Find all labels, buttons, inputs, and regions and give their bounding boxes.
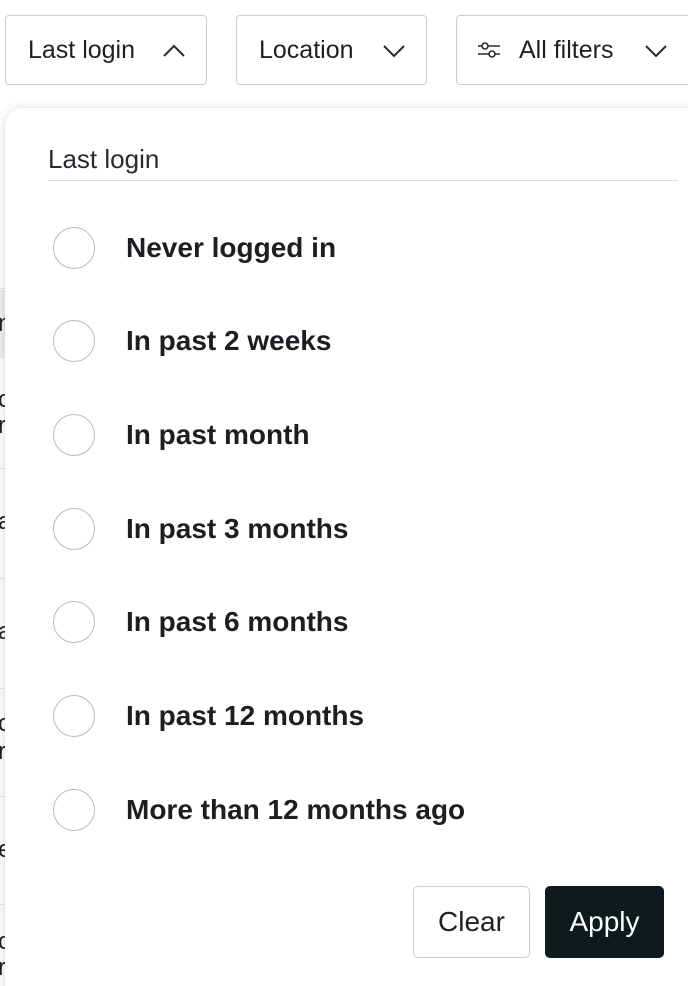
option-label: In past month	[126, 419, 310, 450]
last-login-filter-button[interactable]: Last login	[5, 15, 207, 85]
location-filter-label: Location	[259, 35, 354, 64]
radio-button[interactable]	[53, 789, 95, 831]
last-login-filter-label: Last login	[28, 35, 136, 64]
chevron-up-icon	[163, 44, 185, 57]
clear-button[interactable]: Clear	[413, 886, 530, 958]
location-filter-button[interactable]: Location	[236, 15, 427, 85]
option-past-month[interactable]: In past month	[53, 411, 310, 459]
radio-button[interactable]	[53, 601, 95, 643]
radio-button[interactable]	[53, 227, 95, 269]
divider	[48, 180, 678, 181]
chevron-down-icon	[645, 45, 667, 58]
all-filters-label: All filters	[519, 35, 614, 64]
radio-button[interactable]	[53, 695, 95, 737]
option-past-12-months[interactable]: In past 12 months	[53, 692, 364, 740]
all-filters-button[interactable]: All filters	[456, 15, 688, 85]
dropdown-title: Last login	[48, 144, 160, 174]
option-label: More than 12 months ago	[126, 794, 466, 825]
option-past-3-months[interactable]: In past 3 months	[53, 505, 348, 553]
apply-button[interactable]: Apply	[545, 886, 664, 958]
option-never-logged-in[interactable]: Never logged in	[53, 224, 336, 272]
radio-button[interactable]	[53, 320, 95, 362]
option-label: In past 12 months	[126, 700, 365, 731]
option-label: In past 2 weeks	[126, 325, 332, 356]
option-more-than-12-months[interactable]: More than 12 months ago	[53, 786, 465, 834]
radio-button[interactable]	[53, 508, 95, 550]
option-label: Never logged in	[126, 232, 337, 263]
option-label: In past 3 months	[126, 513, 349, 544]
last-login-dropdown-panel: Last login Never logged in In past 2 wee…	[5, 108, 688, 986]
chevron-down-icon	[383, 45, 405, 58]
sliders-icon	[478, 42, 500, 58]
app-screen: n c r a a c r e c r, Last login Location…	[0, 0, 688, 986]
radio-button[interactable]	[53, 414, 95, 456]
option-label: In past 6 months	[126, 606, 349, 637]
option-past-2-weeks[interactable]: In past 2 weeks	[53, 317, 331, 365]
option-past-6-months[interactable]: In past 6 months	[53, 598, 348, 646]
